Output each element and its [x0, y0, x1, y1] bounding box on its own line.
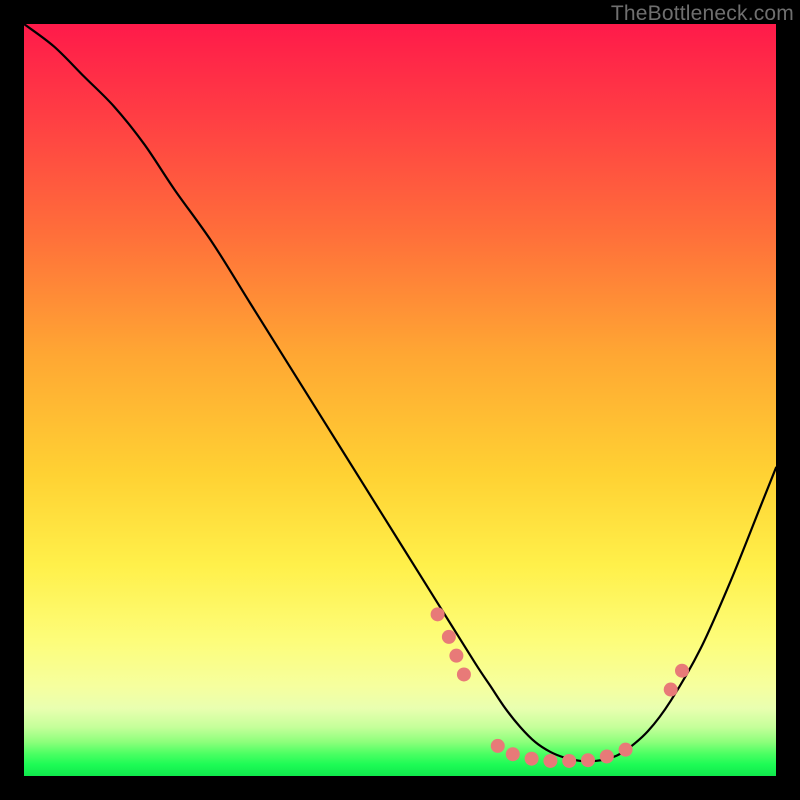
bottleneck-curve-line	[24, 24, 776, 761]
curve-marker	[600, 749, 614, 763]
curve-marker	[449, 649, 463, 663]
curve-marker	[543, 754, 557, 768]
curve-marker	[675, 664, 689, 678]
chart-frame	[24, 24, 776, 776]
curve-marker	[491, 739, 505, 753]
curve-marker	[581, 753, 595, 767]
curve-marker	[431, 607, 445, 621]
curve-markers-group	[431, 607, 689, 768]
curve-marker	[506, 747, 520, 761]
curve-marker	[525, 752, 539, 766]
chart-svg	[24, 24, 776, 776]
watermark-text: TheBottleneck.com	[611, 2, 794, 26]
curve-marker	[457, 667, 471, 681]
curve-marker	[442, 630, 456, 644]
curve-marker	[664, 683, 678, 697]
curve-marker	[562, 754, 576, 768]
curve-marker	[619, 743, 633, 757]
